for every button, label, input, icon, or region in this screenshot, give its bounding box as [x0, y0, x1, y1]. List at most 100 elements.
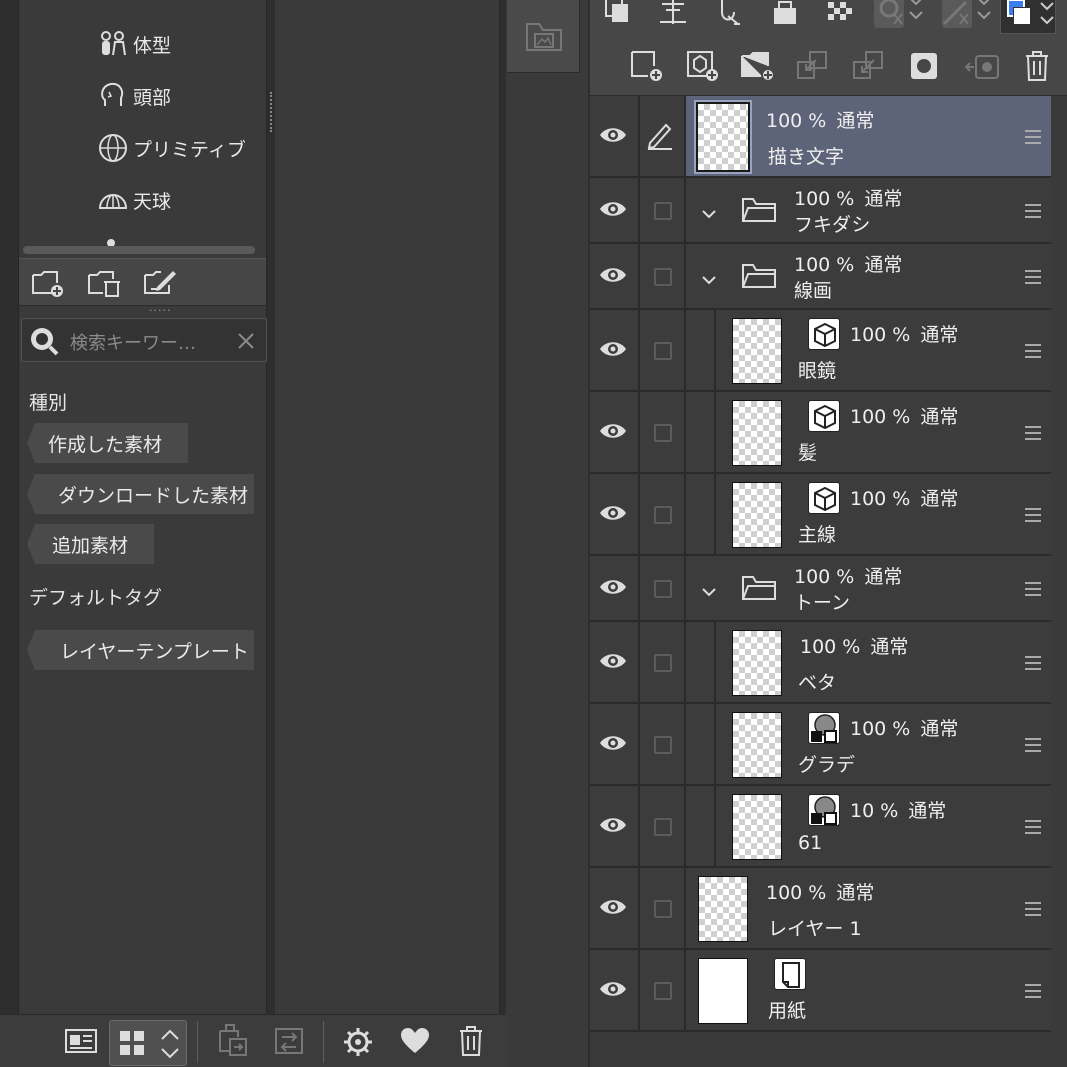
ruler-icon[interactable]: [656, 0, 690, 26]
transfer-down-icon[interactable]: [796, 50, 830, 82]
visibility-eye-icon[interactable]: [598, 199, 628, 219]
layer-row[interactable]: 100 % 通常 主線: [590, 474, 1051, 556]
clip-icon[interactable]: [872, 0, 932, 32]
layer-menu-icon[interactable]: [1025, 902, 1041, 916]
layer-menu-icon[interactable]: [1025, 204, 1041, 218]
mask-icon[interactable]: [940, 0, 1000, 32]
tag-layer-template[interactable]: レイヤーテンプレート: [27, 630, 254, 670]
tree-item-sky-dome[interactable]: 天球: [97, 180, 171, 220]
delete-layer-icon[interactable]: [1024, 50, 1050, 82]
layer-menu-icon[interactable]: [1025, 984, 1041, 998]
visibility-eye-icon[interactable]: [598, 651, 628, 671]
layer-row[interactable]: 100 % 通常 眼鏡: [590, 310, 1051, 392]
layer-select-checkbox[interactable]: [654, 736, 672, 754]
layer-row[interactable]: 100 % 通常髪: [590, 392, 1051, 474]
layer-main[interactable]: 100 % 通常 描き文字: [686, 96, 1051, 176]
layer-main[interactable]: 100 % 通常 グラデ: [686, 704, 1051, 784]
trash-icon[interactable]: [458, 1025, 484, 1057]
material-panel-tab[interactable]: [507, 0, 580, 73]
visibility-eye-icon[interactable]: [598, 815, 628, 835]
layer-row[interactable]: 用紙: [590, 950, 1051, 1032]
layer-menu-icon[interactable]: [1025, 270, 1041, 284]
tree-scrollbar[interactable]: [23, 246, 255, 254]
layer-main[interactable]: 100 % 通常 トーン: [686, 556, 1051, 620]
search-box[interactable]: 検索キーワー…: [21, 318, 267, 362]
layer-main[interactable]: 10 % 通常 61: [686, 786, 1051, 866]
visibility-eye-icon[interactable]: [598, 733, 628, 753]
replace-icon[interactable]: [272, 1025, 304, 1059]
collapse-chevron-icon[interactable]: [702, 273, 716, 287]
layer-row[interactable]: 10 % 通常 61: [590, 786, 1051, 868]
layer-row[interactable]: 100 % 通常 トーン: [590, 556, 1051, 622]
layer-select-checkbox[interactable]: [654, 900, 672, 918]
reference-icon[interactable]: [714, 0, 748, 26]
edit-folder-icon[interactable]: [143, 267, 177, 299]
layer-select-checkbox[interactable]: [654, 506, 672, 524]
layer-select-checkbox[interactable]: [654, 424, 672, 442]
tree-item-primitive[interactable]: プリミティブ: [97, 128, 246, 168]
layer-menu-icon[interactable]: [1025, 130, 1041, 144]
delete-folder-icon[interactable]: [87, 267, 121, 299]
layer-menu-icon[interactable]: [1025, 582, 1041, 596]
layer-select-checkbox[interactable]: [654, 818, 672, 836]
merge-down-icon[interactable]: [852, 50, 886, 82]
layer-main[interactable]: 100 % 通常髪: [686, 392, 1051, 472]
layer-menu-icon[interactable]: [1025, 820, 1041, 834]
mask-apply-icon[interactable]: [964, 50, 1000, 82]
clear-search-icon[interactable]: [236, 331, 256, 351]
layer-menu-icon[interactable]: [1025, 508, 1041, 522]
visibility-eye-icon[interactable]: [598, 421, 628, 441]
alpha-lock-icon[interactable]: [824, 0, 854, 26]
layer-select-checkbox[interactable]: [654, 654, 672, 672]
tree-item-pose-partial[interactable]: [99, 236, 219, 246]
layer-row[interactable]: 100 % 通常 ベタ: [590, 622, 1051, 704]
layer-select-checkbox[interactable]: [654, 268, 672, 286]
splitter-grip[interactable]: ·····: [149, 304, 171, 317]
layer-menu-icon[interactable]: [1025, 738, 1041, 752]
collapse-chevron-icon[interactable]: [702, 585, 716, 599]
detail-view-icon[interactable]: [64, 1027, 98, 1057]
vertical-splitter[interactable]: [270, 92, 274, 132]
tree-item-body-type[interactable]: 体型: [97, 24, 171, 64]
layer-row[interactable]: 100 % 通常 グラデ: [590, 704, 1051, 786]
layer-select-checkbox[interactable]: [654, 982, 672, 1000]
tag-created-material[interactable]: 作成した素材: [27, 423, 188, 463]
layer-mask-icon[interactable]: [908, 50, 940, 82]
layer-select-checkbox[interactable]: [654, 342, 672, 360]
size-stepper-icon[interactable]: [158, 1025, 182, 1063]
settings-gear-icon[interactable]: [343, 1027, 373, 1057]
visibility-eye-icon[interactable]: [598, 897, 628, 917]
favorite-heart-icon[interactable]: [400, 1027, 430, 1055]
layer-menu-icon[interactable]: [1025, 344, 1041, 358]
layer-copy-icon[interactable]: [602, 0, 636, 26]
layer-row[interactable]: 100 % 通常 フキダシ: [590, 178, 1051, 244]
visibility-eye-icon[interactable]: [598, 503, 628, 523]
layer-main[interactable]: 100 % 通常 眼鏡: [686, 310, 1051, 390]
layer-menu-icon[interactable]: [1025, 656, 1041, 670]
layer-menu-icon[interactable]: [1025, 426, 1041, 440]
new-folder-icon[interactable]: [31, 267, 65, 299]
visibility-eye-icon[interactable]: [598, 979, 628, 999]
layer-select-checkbox[interactable]: [654, 580, 672, 598]
layer-row[interactable]: 100 % 通常 描き文字: [590, 96, 1051, 178]
layer-main[interactable]: 100 % 通常 ベタ: [686, 622, 1051, 702]
visibility-eye-icon[interactable]: [598, 125, 628, 145]
layer-main[interactable]: 用紙: [686, 950, 1051, 1030]
layer-main[interactable]: 100 % 通常 主線: [686, 474, 1051, 554]
layer-main[interactable]: 100 % 通常 フキダシ: [686, 178, 1051, 242]
new-raster-layer-icon[interactable]: [630, 50, 664, 82]
collapse-chevron-icon[interactable]: [702, 207, 716, 221]
layer-select-checkbox[interactable]: [654, 202, 672, 220]
thumbnail-view-button[interactable]: [109, 1020, 187, 1066]
paste-to-canvas-icon[interactable]: [214, 1023, 250, 1061]
visibility-eye-icon[interactable]: [598, 339, 628, 359]
new-vector-layer-icon[interactable]: [686, 50, 720, 82]
layer-main[interactable]: 100 % 通常 レイヤー 1: [686, 868, 1051, 948]
tree-item-head[interactable]: 頭部: [97, 76, 171, 116]
new-folder-icon[interactable]: [740, 50, 776, 82]
tag-added-material[interactable]: 追加素材: [27, 524, 154, 564]
layer-main[interactable]: 100 % 通常 線画: [686, 244, 1051, 308]
visibility-eye-icon[interactable]: [598, 577, 628, 597]
visibility-eye-icon[interactable]: [598, 265, 628, 285]
layer-row[interactable]: 100 % 通常 線画: [590, 244, 1051, 310]
